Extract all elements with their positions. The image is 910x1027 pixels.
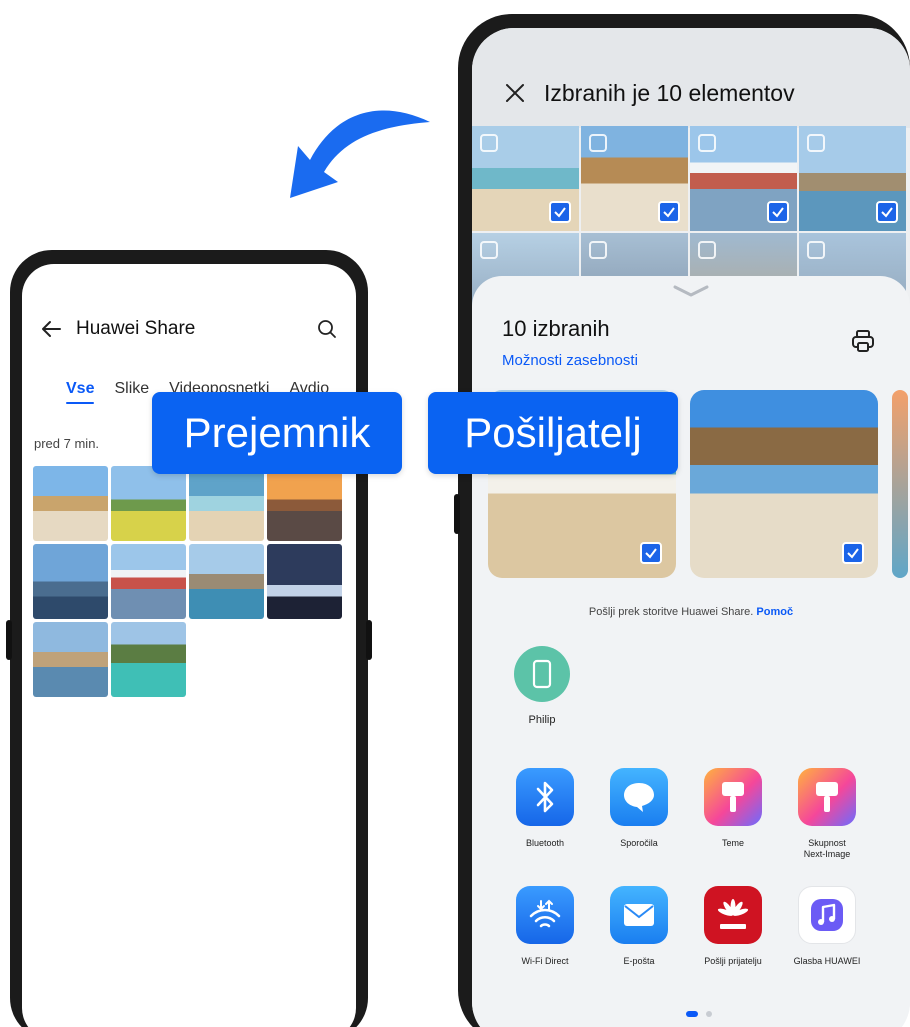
sender-phone: Izbranih je 10 elementov 10 izbranih Mož… [454, 14, 910, 1027]
received-photo-grid [33, 466, 342, 697]
app-label: Pošlji prijatelju [704, 956, 762, 966]
app-label: E-pošta [623, 956, 655, 966]
app-header: Huawei Share [40, 314, 338, 344]
page-dot [706, 1011, 712, 1017]
app-label: Skupnost Next-Image [803, 838, 851, 859]
nearby-device[interactable]: Philip [512, 646, 572, 726]
receiver-phone: Huawei Share Vse Slike Videoposnetki Avd… [6, 250, 372, 1027]
photo-thumbnail[interactable] [111, 466, 186, 541]
email-icon [610, 886, 668, 944]
photo-thumbnail[interactable] [33, 544, 108, 619]
expand-icon[interactable] [698, 241, 716, 259]
app-wifi-direct[interactable]: Wi-Fi Direct [498, 886, 592, 967]
expand-icon[interactable] [480, 241, 498, 259]
expand-icon[interactable] [589, 134, 607, 152]
app-bluetooth[interactable]: Bluetooth [498, 768, 592, 860]
sender-tag: Pošiljatelj [428, 392, 678, 474]
phone-device-icon [514, 646, 570, 702]
selected-checkbox[interactable] [640, 542, 662, 564]
selected-checkbox[interactable] [767, 201, 789, 223]
tab-images[interactable]: Slike [114, 380, 149, 398]
photo-thumbnail[interactable] [111, 622, 186, 697]
next-image-icon [798, 768, 856, 826]
collapse-handle-icon[interactable] [673, 284, 709, 298]
photo-thumbnail[interactable] [267, 466, 342, 541]
photo-thumbnail[interactable] [189, 544, 264, 619]
app-email[interactable]: E-pošta [592, 886, 686, 967]
app-send-to-friend[interactable]: Pošlji prijatelju [686, 886, 780, 967]
time-group-label: pred 7 min. [34, 436, 100, 451]
expand-icon[interactable] [698, 134, 716, 152]
messages-icon [610, 768, 668, 826]
app-title: Huawei Share [76, 318, 196, 339]
huawei-icon [704, 886, 762, 944]
selected-checkbox[interactable] [876, 201, 898, 223]
app-messages[interactable]: Sporočila [592, 768, 686, 860]
music-icon [798, 886, 856, 944]
page-dot-active [686, 1011, 698, 1017]
app-label: Teme [721, 838, 744, 848]
selected-checkbox[interactable] [549, 201, 571, 223]
expand-icon[interactable] [480, 134, 498, 152]
sender-screen: Izbranih je 10 elementov 10 izbranih Mož… [472, 28, 910, 1027]
expand-icon[interactable] [807, 134, 825, 152]
receiver-screen: Huawei Share Vse Slike Videoposnetki Avd… [22, 264, 356, 1027]
share-app-grid: Bluetooth Sporočila Teme Skupnost Next-I… [498, 768, 874, 967]
back-arrow-icon[interactable] [40, 318, 62, 340]
close-icon[interactable] [504, 82, 526, 104]
app-label: Bluetooth [525, 838, 565, 848]
app-next-image[interactable]: Skupnost Next-Image [780, 768, 874, 860]
expand-icon[interactable] [589, 241, 607, 259]
wifi-direct-icon [516, 886, 574, 944]
app-label: Glasba HUAWEI [793, 956, 861, 966]
gallery-photo[interactable] [581, 126, 688, 231]
tab-all[interactable]: Vse [66, 380, 95, 404]
selected-checkbox[interactable] [658, 201, 680, 223]
photo-thumbnail[interactable] [189, 466, 264, 541]
app-huawei-music[interactable]: Glasba HUAWEI [780, 886, 874, 967]
share-hint: Pošlji prek storitve Huawei Share. Pomoč [472, 606, 910, 618]
selection-header: Izbranih je 10 elementov [472, 28, 910, 128]
privacy-options-link[interactable]: Možnosti zasebnosti [502, 352, 638, 369]
photo-thumbnail[interactable] [111, 544, 186, 619]
search-icon[interactable] [316, 318, 338, 340]
bluetooth-icon [516, 768, 574, 826]
share-hint-text: Pošlji prek storitve Huawei Share. [588, 606, 754, 618]
preview-photo[interactable] [690, 390, 878, 578]
curved-arrow-icon [290, 110, 430, 198]
share-sheet: 10 izbranih Možnosti zasebnosti Pošlji p… [472, 276, 910, 1027]
selected-checkbox[interactable] [842, 542, 864, 564]
expand-icon[interactable] [807, 241, 825, 259]
selection-title: Izbranih je 10 elementov [544, 80, 795, 106]
gallery-photo[interactable] [690, 126, 797, 231]
selected-count: 10 izbranih [502, 316, 610, 341]
app-themes[interactable]: Teme [686, 768, 780, 860]
gallery-photo[interactable] [799, 126, 906, 231]
photo-thumbnail[interactable] [33, 466, 108, 541]
themes-icon [704, 768, 762, 826]
print-icon[interactable] [850, 328, 876, 354]
photo-thumbnail[interactable] [267, 544, 342, 619]
app-label: Wi-Fi Direct [521, 956, 569, 966]
receiver-tag: Prejemnik [152, 392, 402, 474]
help-link[interactable]: Pomoč [756, 606, 793, 618]
app-label: Sporočila [620, 838, 658, 848]
device-name: Philip [528, 714, 556, 726]
gallery-photo[interactable] [472, 126, 579, 231]
page-indicator [686, 1011, 712, 1017]
photo-thumbnail[interactable] [33, 622, 108, 697]
preview-photo[interactable] [892, 390, 908, 578]
